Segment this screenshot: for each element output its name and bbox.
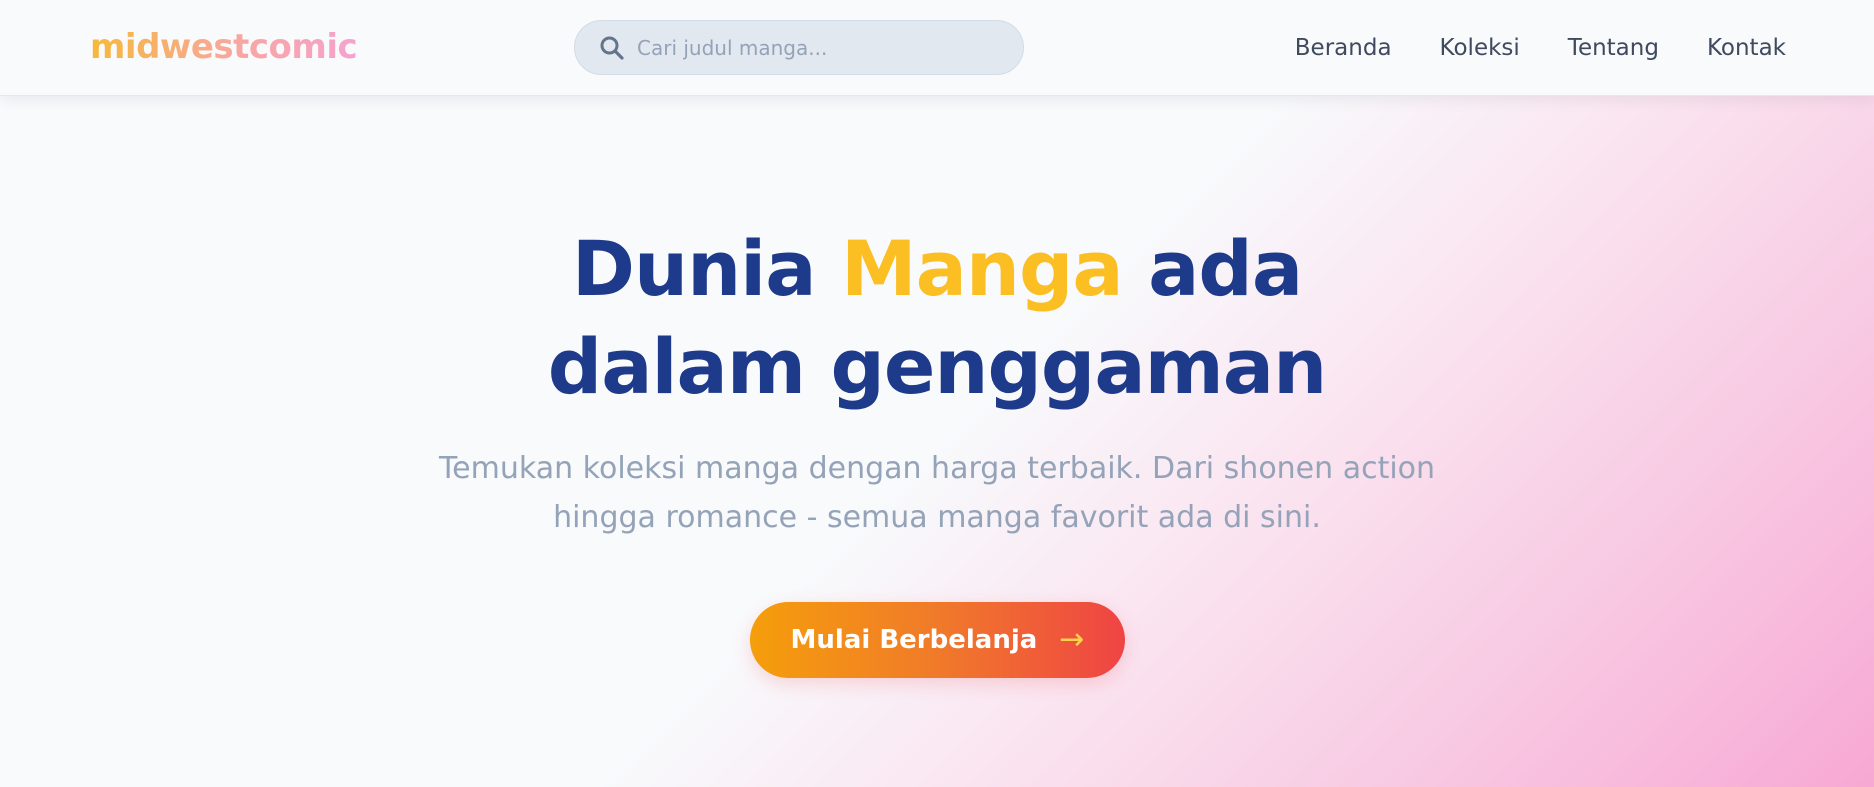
hero-section: Dunia Manga ada dalam genggaman Temukan k… [0,96,1874,787]
cta-label: Mulai Berbelanja [790,625,1038,655]
main-nav: Beranda Koleksi Tentang Kontak [1295,0,1786,96]
search-bar[interactable] [574,20,1024,75]
nav-link-tentang[interactable]: Tentang [1568,35,1659,61]
hero-subtitle: Temukan koleksi manga dengan harga terba… [0,444,1874,542]
hero-title-line2: dalam genggaman [547,322,1327,411]
hero-subtitle-line2: hingga romance - semua manga favorit ada… [553,500,1321,535]
nav-link-kontak[interactable]: Kontak [1707,35,1786,61]
brand-logo[interactable]: midwestcomic [90,26,358,68]
nav-link-beranda[interactable]: Beranda [1295,35,1392,61]
hero-title-accent: Manga [840,224,1124,313]
hero-title-part1: Dunia [571,224,841,313]
nav-link-koleksi[interactable]: Koleksi [1440,35,1520,61]
hero-title: Dunia Manga ada dalam genggaman [0,220,1874,416]
search-icon [599,35,625,61]
navbar: midwestcomic Beranda Koleksi Tentang Kon… [0,0,1874,96]
search-input[interactable] [637,29,1007,67]
start-shopping-button[interactable]: Mulai Berbelanja → [750,602,1125,678]
hero-title-part2: ada [1122,224,1303,313]
arrow-right-icon: → [1059,622,1085,657]
hero-subtitle-line1: Temukan koleksi manga dengan harga terba… [438,451,1436,486]
